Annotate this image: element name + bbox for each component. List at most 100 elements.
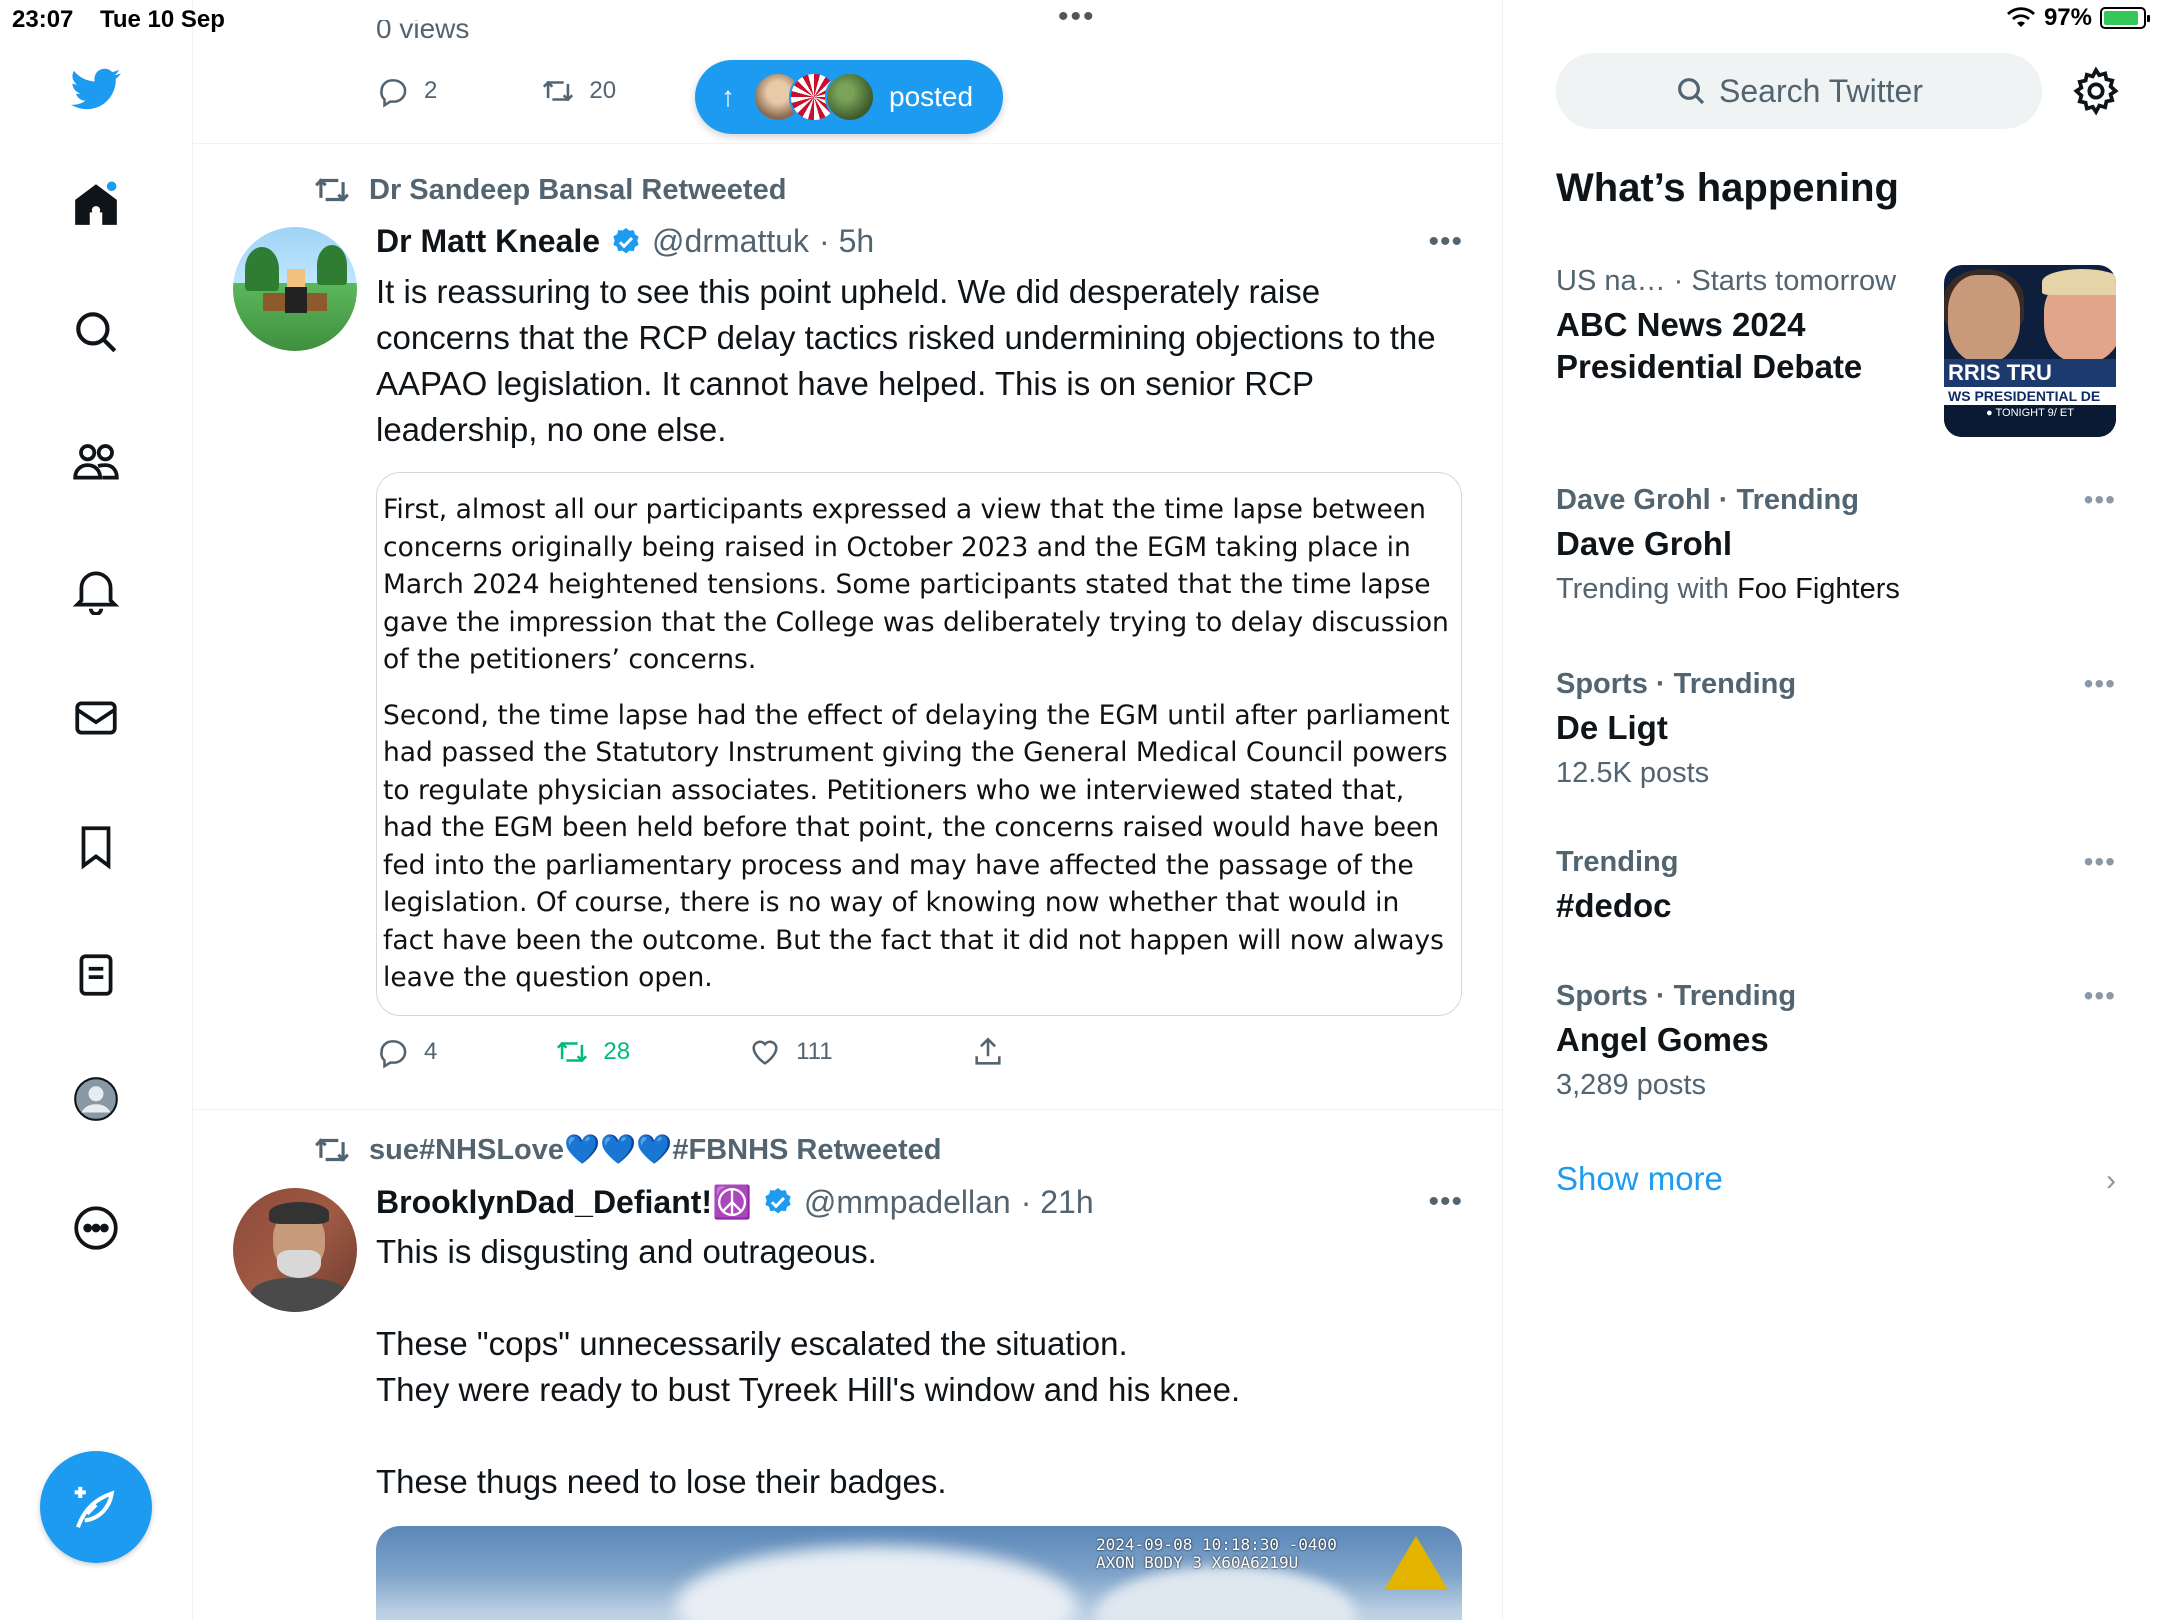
settings-gear-icon[interactable]	[2071, 66, 2121, 116]
news-image-band: RRIS TRU	[1944, 359, 2116, 387]
reply-button[interactable]: 2	[376, 74, 437, 108]
show-more-link[interactable]: Show more ›	[1556, 1160, 2116, 1198]
avatar[interactable]	[233, 227, 357, 351]
retweet-button[interactable]: 28	[555, 1035, 630, 1069]
trend-meta: Trending	[1556, 846, 1679, 878]
compose-tweet-button[interactable]	[40, 1451, 152, 1563]
trend-meta: Sports · Trending	[1556, 668, 1797, 700]
wifi-icon	[2006, 7, 2035, 28]
status-bar: 23:07 Tue 10 Sep ••• 97%	[0, 0, 2160, 40]
messages-envelope-icon[interactable]	[62, 684, 130, 752]
battery-percent: 97%	[2043, 4, 2092, 31]
reply-count: 4	[424, 1038, 438, 1065]
trend-more-icon[interactable]: •••	[2084, 846, 2116, 878]
tweet-header: Dr Matt Kneale @drmattuk · 5h	[376, 223, 874, 260]
tweet-video-media[interactable]: 2024-09-08 10:18:30 -0400 AXON BODY 3 X6…	[376, 1526, 1462, 1620]
trend-item[interactable]: Sports · Trending De Ligt 12.5K posts ••…	[1556, 668, 2116, 790]
tweet-more-icon[interactable]: •••	[1428, 1185, 1463, 1219]
profile-avatar-icon[interactable]	[62, 1065, 130, 1133]
new-posts-pill[interactable]: ↑ posted	[695, 60, 1003, 134]
reply-icon	[380, 79, 407, 108]
trend-item[interactable]: Sports · Trending Angel Gomes 3,289 post…	[1556, 980, 2116, 1102]
retweet-button[interactable]: 20	[541, 74, 616, 108]
tweet-time[interactable]: · 5h	[819, 223, 874, 260]
tweet-time[interactable]: · 21h	[1021, 1184, 1094, 1221]
search-icon[interactable]	[62, 298, 130, 366]
retweet-icon	[557, 1041, 588, 1063]
trend-item[interactable]: US na… · Starts tomorrow ABC News 2024 P…	[1556, 265, 2116, 437]
retweeted-by-label: sue#NHSLove💙💙💙#FBNHS Retweeted	[369, 1134, 942, 1166]
trend-sub: 12.5K posts	[1556, 757, 1710, 789]
trend-more-icon[interactable]: •••	[2084, 484, 2116, 516]
trend-news-image: RRIS TRU WS PRESIDENTIAL DE ● TONIGHT 9/…	[1944, 265, 2116, 437]
trend-title: Angel Gomes	[1556, 1021, 1769, 1058]
tweet[interactable]: Dr Sandeep Bansal Retweeted Dr Matt Knea…	[193, 145, 1502, 1110]
lists-icon[interactable]	[62, 941, 130, 1009]
status-date: Tue 10 Sep	[100, 6, 225, 33]
bodycam-timestamp: 2024-09-08 10:18:30 -0400 AXON BODY 3 X6…	[1096, 1535, 1337, 1572]
trend-sub: 3,289 posts	[1556, 1069, 1706, 1101]
chevron-right-icon: ›	[2106, 1164, 2116, 1197]
author-name[interactable]: BrooklynDad_Defiant!☮️	[376, 1183, 752, 1221]
retweet-icon	[543, 80, 574, 102]
search-icon	[1678, 78, 1705, 105]
right-sidebar: Search Twitter What’s happening US na… ·…	[1503, 0, 2160, 1620]
status-right: 97%	[2006, 4, 2150, 32]
retweeted-by-label: Dr Sandeep Bansal Retweeted	[369, 173, 787, 206]
quote-paragraph: First, almost all our participants expre…	[383, 494, 1449, 675]
trend-title: De Ligt	[1556, 709, 1668, 746]
news-image-band2: WS PRESIDENTIAL DE	[1944, 387, 2116, 405]
compose-feather-icon	[74, 1486, 115, 1528]
reply-button[interactable]: 4	[376, 1035, 437, 1069]
communities-icon[interactable]	[62, 427, 130, 495]
tweet-action-bar: 4 28 111	[376, 1035, 1005, 1069]
author-handle[interactable]: @mmpadellan	[804, 1184, 1011, 1221]
avatar[interactable]	[233, 1188, 357, 1312]
tweet-text: It is reassuring to see this point uphel…	[376, 273, 1443, 448]
verified-badge-icon	[613, 227, 639, 253]
share-button[interactable]	[971, 1035, 1005, 1069]
posted-label: posted	[889, 81, 974, 112]
more-options-icon[interactable]	[62, 1194, 130, 1262]
show-more-label: Show more	[1556, 1160, 1723, 1197]
retweet-icon	[315, 1138, 349, 1162]
trend-item[interactable]: Dave Grohl · Trending Dave Grohl Trendin…	[1556, 484, 2116, 606]
news-image-band3: ● TONIGHT 9/ ET	[1944, 405, 2116, 437]
tweet-text: This is disgusting and outrageous. These…	[376, 1233, 1241, 1500]
home-icon[interactable]	[62, 170, 130, 238]
retweet-icon	[315, 178, 349, 202]
left-nav	[0, 0, 193, 1620]
retweeted-by: Dr Sandeep Bansal Retweeted	[313, 171, 786, 209]
tweet[interactable]: sue#NHSLove💙💙💙#FBNHS Retweeted BrooklynD…	[193, 1111, 1502, 1620]
share-icon	[974, 1037, 1001, 1065]
retweeted-by: sue#NHSLove💙💙💙#FBNHS Retweeted	[313, 1131, 941, 1169]
like-button[interactable]: 111	[748, 1035, 833, 1069]
trend-meta: Dave Grohl · Trending	[1556, 484, 1859, 516]
verified-badge-icon	[765, 1188, 791, 1214]
whats-happening-heading: What’s happening	[1556, 166, 1899, 210]
status-time: 23:07	[12, 6, 74, 33]
bookmarks-icon[interactable]	[62, 813, 130, 881]
search-input[interactable]: Search Twitter	[1556, 53, 2042, 129]
like-count: 111	[796, 1038, 833, 1065]
trend-meta: US na… · Starts tomorrow	[1556, 265, 1897, 297]
avatar	[825, 72, 875, 122]
trend-more-icon[interactable]: •••	[2084, 668, 2116, 700]
twitter-logo-icon[interactable]	[62, 55, 130, 123]
timeline: 0 views 2 20 ↑ posted Dr Sandeep Bansal …	[193, 0, 1503, 1620]
tweet-more-icon[interactable]: •••	[1428, 225, 1463, 259]
arrow-up-icon: ↑	[721, 81, 735, 112]
bodycam-badge-icon	[1384, 1536, 1448, 1590]
author-name[interactable]: Dr Matt Kneale	[376, 223, 600, 260]
search-placeholder: Search Twitter	[1719, 72, 1923, 109]
trend-more-icon[interactable]: •••	[2084, 980, 2116, 1012]
reply-icon	[380, 1040, 407, 1069]
notifications-bell-icon[interactable]	[62, 556, 130, 624]
trend-item[interactable]: Trending #dedoc •••	[1556, 846, 2116, 927]
author-handle[interactable]: @drmattuk	[652, 223, 809, 260]
quoted-text-image[interactable]: First, almost all our participants expre…	[376, 472, 1462, 1016]
multitasking-dots-icon[interactable]: •••	[1058, 0, 1096, 34]
posted-avatars	[753, 72, 875, 122]
tweet-header: BrooklynDad_Defiant!☮️ @mmpadellan · 21h	[376, 1183, 1094, 1221]
trend-title: Dave Grohl	[1556, 525, 1733, 562]
